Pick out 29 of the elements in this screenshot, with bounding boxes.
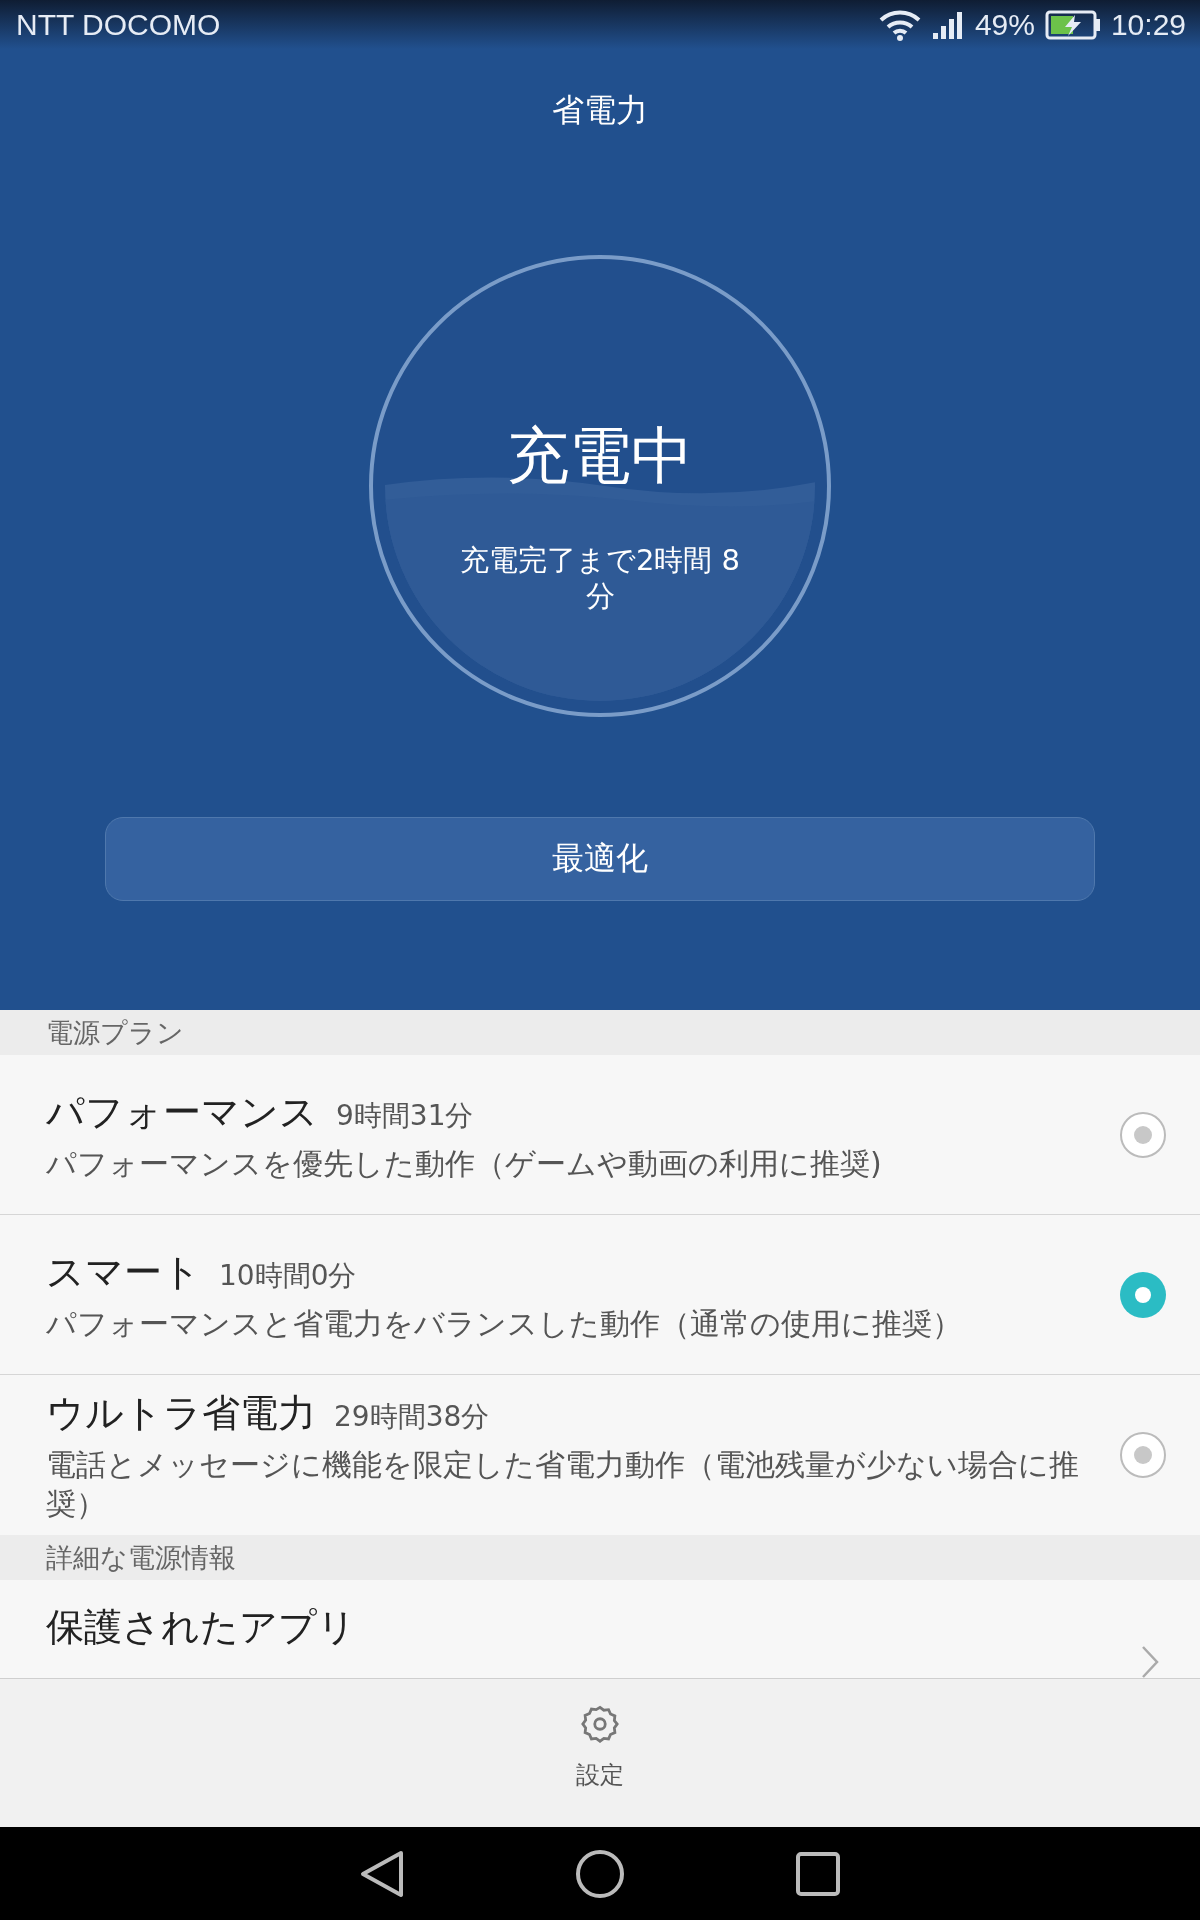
charging-status: 充電中 [507,418,693,494]
back-button[interactable] [359,1848,405,1899]
plan-name: パフォーマンス [46,1088,318,1136]
plan-time: 10時間0分 [219,1257,357,1294]
settings-icon [579,1703,621,1745]
list-item-title[interactable]: 保護されたアプリ [46,1602,1140,1678]
signal-icon [932,10,965,39]
battery-percent: 49% [974,7,1035,42]
optimize-button[interactable]: 最適化 [105,817,1095,901]
plan-time: 29時間38分 [334,1398,490,1435]
remaining-time: 充電完了まで2時間 8分 [458,542,742,615]
plan-name: ウルトラ省電力 [46,1389,316,1437]
chevron-right-icon [1140,1644,1160,1678]
radio-button[interactable] [1120,1432,1166,1478]
plan-time: 9時間31分 [336,1097,474,1134]
radio-button[interactable] [1120,1271,1166,1318]
carrier-name: NTT DOCOMO [16,7,221,42]
plan-description: パフォーマンスを優先した動作（ゲームや動画の利用に推奨) [46,1144,883,1183]
clock: 10:29 [1110,7,1186,42]
plan-description: パフォーマンスと省電力をバランスした動作（通常の使用に推奨） [46,1304,963,1343]
plan-description: 電話とメッセージに機能を限定した省電力動作（電池残量が少ない場合に推奨） [46,1445,1080,1523]
radio-button[interactable] [1120,1111,1166,1158]
screen-title: 省電力 [552,90,648,131]
home-button[interactable] [575,1848,625,1899]
plan-name: スマート [46,1248,201,1296]
settings-button[interactable]: 設定 [570,1679,630,1827]
recents-button[interactable] [795,1850,841,1897]
section-header: 詳細な電源情報 [0,1535,1200,1580]
section-header: 電源プラン [0,1010,1200,1055]
